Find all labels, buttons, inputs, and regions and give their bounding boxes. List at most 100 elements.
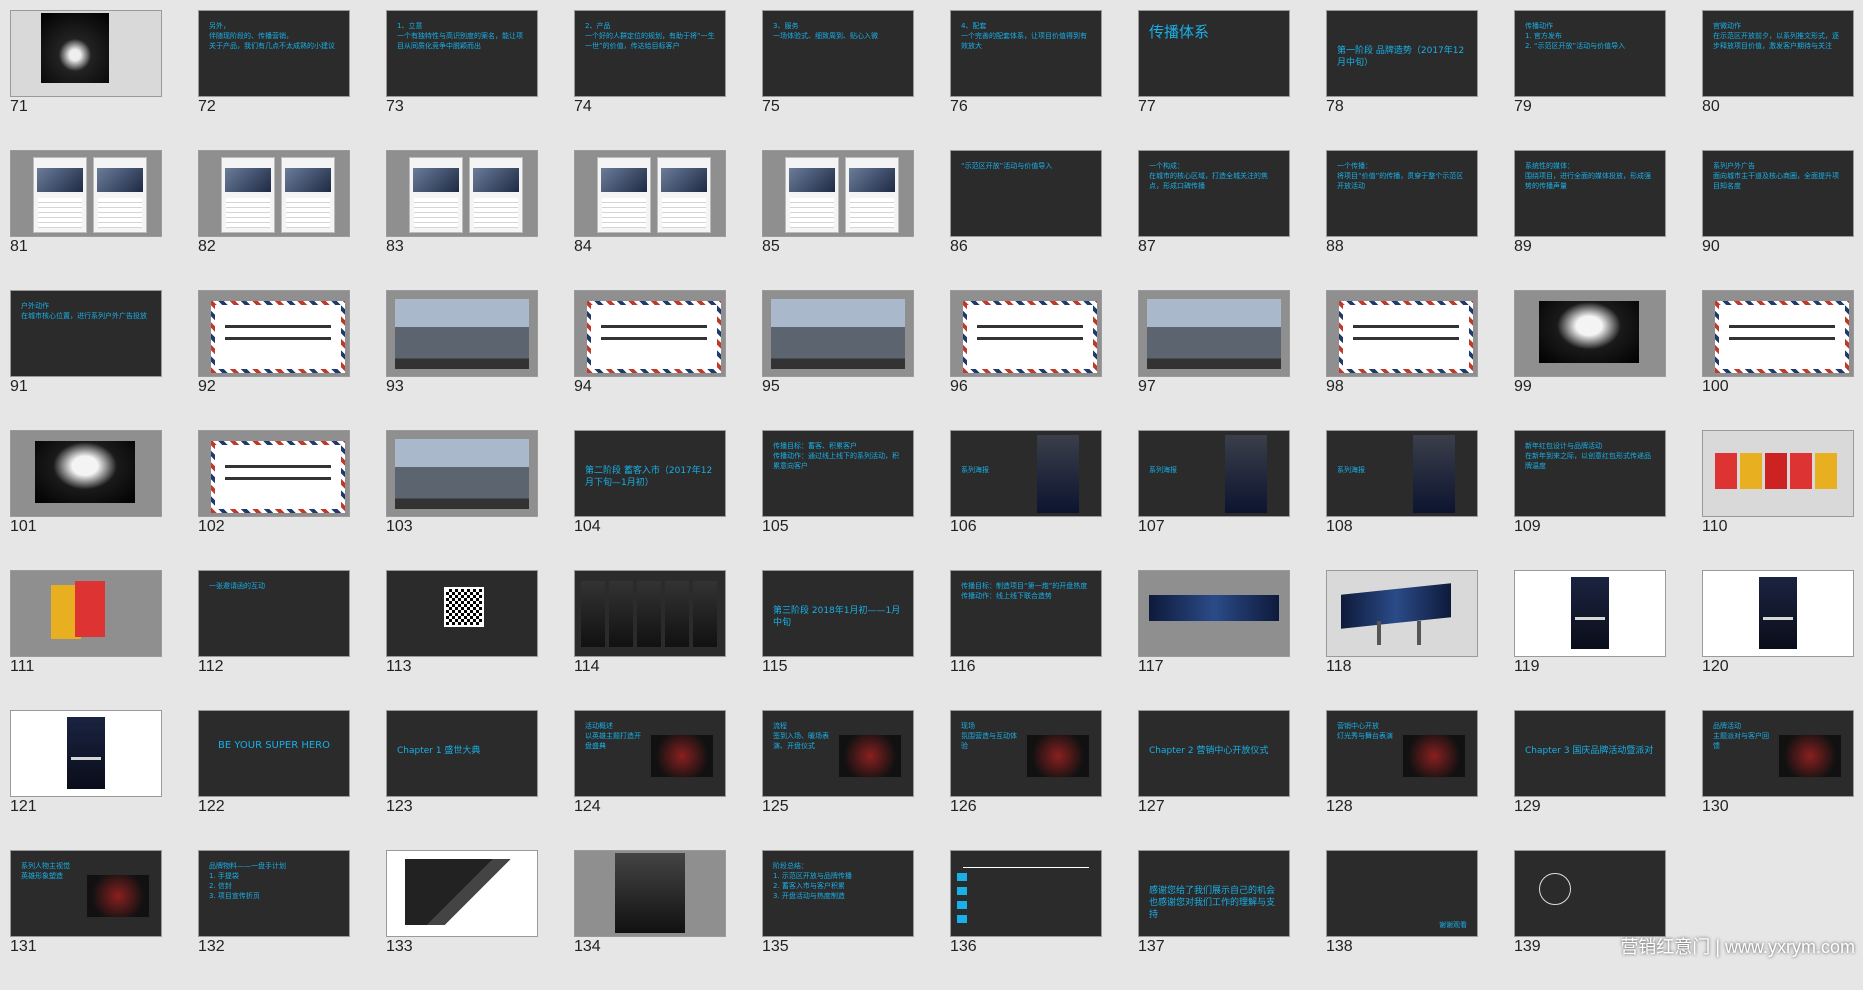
- slide-preview[interactable]: 系列海报: [1138, 430, 1290, 517]
- slide-thumbnail[interactable]: 品牌物料——一盘手计划 1. 手提袋 2. 信封 3. 项目宣传折页 132: [198, 850, 350, 990]
- slide-preview[interactable]: 传播动作 1. 官方发布 2. “示范区开放”活动与价值导入: [1514, 10, 1666, 97]
- slide-thumbnail[interactable]: 119: [1514, 570, 1666, 710]
- slide-thumbnail[interactable]: 120: [1702, 570, 1854, 710]
- slide-preview[interactable]: [198, 290, 350, 377]
- slide-preview[interactable]: [1326, 570, 1478, 657]
- slide-preview[interactable]: 另外， 伴随现阶段的、传播营销， 关于产品，我们有几点不太成熟的小建议: [198, 10, 350, 97]
- slide-thumbnail[interactable]: 一个构成： 在城市的核心区域，打造全城关注的焦点，形成口碑传播 87: [1138, 150, 1290, 290]
- slide-preview[interactable]: 品牌物料——一盘手计划 1. 手提袋 2. 信封 3. 项目宣传折页: [198, 850, 350, 937]
- slide-preview[interactable]: 阶段总结： 1. 示范区开放与品牌传播 2. 蓄客入市与客户积累 3. 开盘活动…: [762, 850, 914, 937]
- slide-thumbnail[interactable]: 139: [1514, 850, 1666, 990]
- slide-preview[interactable]: 谢谢观看: [1326, 850, 1478, 937]
- slide-preview[interactable]: 户外动作 在城市核心位置，进行系列户外广告投放: [10, 290, 162, 377]
- slide-thumbnail[interactable]: 传播目标：蓄客、积累客户 传播动作：通过线上线下的系列活动，积累意向客户 105: [762, 430, 914, 570]
- slide-thumbnail[interactable]: Chapter 3 国庆品牌活动暨派对 129: [1514, 710, 1666, 850]
- slide-preview[interactable]: 一张邀请函的互动: [198, 570, 350, 657]
- slide-preview[interactable]: 新年红包设计与品牌活动 在新年到来之际，以创意红包形式传递品牌温度: [1514, 430, 1666, 517]
- slide-preview[interactable]: 第一阶段 品牌造势（2017年12月中旬）: [1326, 10, 1478, 97]
- slide-thumbnail[interactable]: 110: [1702, 430, 1854, 570]
- slide-preview[interactable]: 传播体系: [1138, 10, 1290, 97]
- slide-preview[interactable]: [1514, 570, 1666, 657]
- slide-preview[interactable]: [10, 10, 162, 97]
- slide-preview[interactable]: [1702, 570, 1854, 657]
- slide-preview[interactable]: Chapter 3 国庆品牌活动暨派对: [1514, 710, 1666, 797]
- slide-thumbnail[interactable]: 流程 签到入场、暖场表演、开盘仪式 125: [762, 710, 914, 850]
- slide-preview[interactable]: [1514, 850, 1666, 937]
- slide-thumbnail[interactable]: 第三阶段 2018年1月初——1月中旬 115: [762, 570, 914, 710]
- slide-preview[interactable]: 一个构成： 在城市的核心区域，打造全城关注的焦点，形成口碑传播: [1138, 150, 1290, 237]
- slide-preview[interactable]: 现场 氛围营造与互动体验: [950, 710, 1102, 797]
- slide-thumbnail[interactable]: 感谢您给了我们展示自己的机会 也感谢您对我们工作的理解与支持 137: [1138, 850, 1290, 990]
- slide-thumbnail[interactable]: 102: [198, 430, 350, 570]
- slide-thumbnail[interactable]: 阶段总结： 1. 示范区开放与品牌传播 2. 蓄客入市与客户积累 3. 开盘活动…: [762, 850, 914, 990]
- slide-thumbnail[interactable]: 101: [10, 430, 162, 570]
- slide-preview[interactable]: [1326, 290, 1478, 377]
- slide-thumbnail[interactable]: 系列户外广告 面向城市主干道及核心商圈，全面提升项目知名度 90: [1702, 150, 1854, 290]
- slide-thumbnail[interactable]: 97: [1138, 290, 1290, 430]
- slide-thumbnail[interactable]: 系列海报 106: [950, 430, 1102, 570]
- slide-preview[interactable]: [1702, 290, 1854, 377]
- slide-preview[interactable]: [386, 850, 538, 937]
- slide-preview[interactable]: [386, 430, 538, 517]
- slide-preview[interactable]: [10, 570, 162, 657]
- slide-thumbnail[interactable]: 71: [10, 10, 162, 150]
- slide-preview[interactable]: [198, 430, 350, 517]
- slide-preview[interactable]: 系列海报: [1326, 430, 1478, 517]
- slide-thumbnail[interactable]: 84: [574, 150, 726, 290]
- slide-preview[interactable]: [386, 570, 538, 657]
- slide-preview[interactable]: 3、服务 一场体验式、细致周到、贴心入微: [762, 10, 914, 97]
- slide-thumbnail[interactable]: Chapter 1 盛世大典 123: [386, 710, 538, 850]
- slide-preview[interactable]: [198, 150, 350, 237]
- slide-preview[interactable]: [10, 430, 162, 517]
- slide-thumbnail[interactable]: 136: [950, 850, 1102, 990]
- slide-preview[interactable]: 1、立意 一个有独特性与高识别度的案名，能让项目从同质化竞争中脱颖而出: [386, 10, 538, 97]
- slide-preview[interactable]: 2、产品 一个好的人群定位的规划，有助于将“一生一世”的价值，传达给目标客户: [574, 10, 726, 97]
- slide-thumbnail[interactable]: 系列海报 107: [1138, 430, 1290, 570]
- slide-thumbnail[interactable]: 品牌活动 主题派对与客户回馈 130: [1702, 710, 1854, 850]
- slide-preview[interactable]: 官微动作 在示范区开放前夕，以系列推文形式，逐步释放项目价值，激发客户期待与关注: [1702, 10, 1854, 97]
- slide-thumbnail[interactable]: 93: [386, 290, 538, 430]
- slide-preview[interactable]: [386, 290, 538, 377]
- slide-preview[interactable]: 营销中心开放 灯光秀与舞台表演: [1326, 710, 1478, 797]
- slide-thumbnail[interactable]: 118: [1326, 570, 1478, 710]
- slide-preview[interactable]: [1702, 430, 1854, 517]
- slide-preview[interactable]: [1138, 290, 1290, 377]
- slide-preview[interactable]: [574, 570, 726, 657]
- slide-thumbnail[interactable]: 第一阶段 品牌造势（2017年12月中旬） 78: [1326, 10, 1478, 150]
- slide-preview[interactable]: 系统性的媒体： 围绕项目，进行全面的媒体投放，形成强势的传播声量: [1514, 150, 1666, 237]
- slide-preview[interactable]: 第二阶段 蓄客入市（2017年12月下旬—1月初）: [574, 430, 726, 517]
- slide-preview[interactable]: 系列人物主视觉 英雄形象塑造: [10, 850, 162, 937]
- slide-thumbnail[interactable]: 133: [386, 850, 538, 990]
- slide-thumbnail[interactable]: BE YOUR SUPER HERO 122: [198, 710, 350, 850]
- slide-preview[interactable]: 第三阶段 2018年1月初——1月中旬: [762, 570, 914, 657]
- slide-thumbnail[interactable]: 100: [1702, 290, 1854, 430]
- slide-thumbnail[interactable]: 4、配套 一个完善的配套体系，让项目价值得到有效放大 76: [950, 10, 1102, 150]
- slide-thumbnail[interactable]: 3、服务 一场体验式、细致周到、贴心入微 75: [762, 10, 914, 150]
- slide-thumbnail[interactable]: 现场 氛围营造与互动体验 126: [950, 710, 1102, 850]
- slide-thumbnail[interactable]: 系列海报 108: [1326, 430, 1478, 570]
- slide-preview[interactable]: 系列户外广告 面向城市主干道及核心商圈，全面提升项目知名度: [1702, 150, 1854, 237]
- slide-preview[interactable]: [386, 150, 538, 237]
- slide-thumbnail[interactable]: 1、立意 一个有独特性与高识别度的案名，能让项目从同质化竞争中脱颖而出 73: [386, 10, 538, 150]
- slide-thumbnail[interactable]: 营销中心开放 灯光秀与舞台表演 128: [1326, 710, 1478, 850]
- slide-preview[interactable]: 4、配套 一个完善的配套体系，让项目价值得到有效放大: [950, 10, 1102, 97]
- slide-thumbnail[interactable]: 另外， 伴随现阶段的、传播营销， 关于产品，我们有几点不太成熟的小建议 72: [198, 10, 350, 150]
- slide-thumbnail[interactable]: 第二阶段 蓄客入市（2017年12月下旬—1月初） 104: [574, 430, 726, 570]
- slide-preview[interactable]: Chapter 1 盛世大典: [386, 710, 538, 797]
- slide-preview[interactable]: [1138, 570, 1290, 657]
- slide-thumbnail[interactable]: 94: [574, 290, 726, 430]
- slide-preview[interactable]: 品牌活动 主题派对与客户回馈: [1702, 710, 1854, 797]
- slide-thumbnail[interactable]: 一个传播： 将项目“价值”的传播，贯穿于整个示范区开放活动 88: [1326, 150, 1478, 290]
- slide-thumbnail[interactable]: 92: [198, 290, 350, 430]
- slide-thumbnail[interactable]: 活动概述 以英雄主题打造开盘盛典 124: [574, 710, 726, 850]
- slide-thumbnail[interactable]: 谢谢观看 138: [1326, 850, 1478, 990]
- slide-preview[interactable]: BE YOUR SUPER HERO: [198, 710, 350, 797]
- slide-thumbnail[interactable]: 114: [574, 570, 726, 710]
- slide-thumbnail[interactable]: 传播体系 77: [1138, 10, 1290, 150]
- slide-thumbnail[interactable]: 一张邀请函的互动 112: [198, 570, 350, 710]
- slide-thumbnail[interactable]: 系列人物主视觉 英雄形象塑造 131: [10, 850, 162, 990]
- slide-preview[interactable]: [10, 710, 162, 797]
- slide-thumbnail[interactable]: “示范区开放”活动与价值导入 86: [950, 150, 1102, 290]
- slide-preview[interactable]: [950, 290, 1102, 377]
- slide-thumbnail[interactable]: 96: [950, 290, 1102, 430]
